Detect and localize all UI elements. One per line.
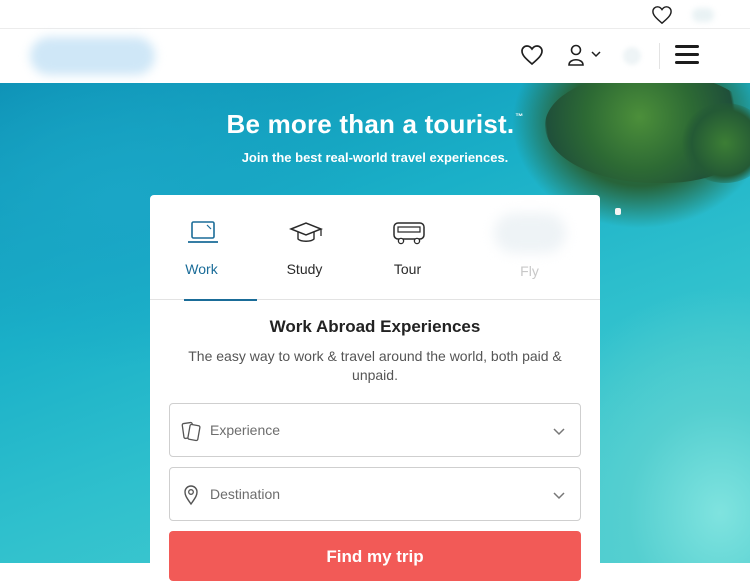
blurred-icon <box>623 47 641 65</box>
form-description: The easy way to work & travel around the… <box>188 348 562 383</box>
destination-placeholder: Destination <box>210 486 281 502</box>
tab-study[interactable]: Study <box>253 195 356 300</box>
bus-icon <box>393 222 425 245</box>
tab-fly[interactable]: Fly <box>478 195 581 300</box>
top-utility-bar <box>0 0 750 29</box>
chevron-down-icon <box>553 492 565 500</box>
heart-icon[interactable] <box>651 5 673 25</box>
main-navbar <box>0 29 750 83</box>
user-icon[interactable] <box>566 43 604 69</box>
plane-icon <box>494 213 566 253</box>
tab-tour[interactable]: Tour <box>356 195 459 300</box>
laptop-icon <box>188 221 218 243</box>
chevron-down-icon <box>591 51 601 58</box>
experience-select[interactable]: Experience <box>169 403 581 457</box>
experience-placeholder: Experience <box>210 422 281 438</box>
hero-subtitle: Join the best real-world travel experien… <box>241 150 509 165</box>
tab-label: Study <box>286 261 323 277</box>
heart-icon[interactable] <box>520 44 544 66</box>
trademark-mark: ™ <box>515 112 524 121</box>
tab-work[interactable]: Work <box>150 195 257 301</box>
tab-label: Fly <box>520 263 539 279</box>
find-my-trip-button[interactable]: Find my trip <box>169 531 581 581</box>
nav-divider <box>659 43 660 69</box>
graduation-cap-icon <box>289 222 323 242</box>
hamburger-menu-icon[interactable] <box>675 45 699 67</box>
map-pin-icon <box>184 485 198 506</box>
logo[interactable] <box>30 37 155 75</box>
boat-image <box>615 208 621 215</box>
destination-select[interactable]: Destination <box>169 467 581 521</box>
tab-label: Tour <box>393 261 422 277</box>
ticket-icon <box>181 421 201 442</box>
trip-type-tabs: Work Study Tour Fly <box>150 195 600 301</box>
blurred-element <box>692 8 714 22</box>
trip-search-card: Work Study Tour Fly Work Abroad Experien… <box>150 195 600 581</box>
form-title: Work Abroad Experiences <box>269 317 481 336</box>
chevron-down-icon <box>553 428 565 436</box>
hero-title: Be more than a tourist.™ <box>226 109 524 139</box>
tab-label: Work <box>185 261 218 277</box>
